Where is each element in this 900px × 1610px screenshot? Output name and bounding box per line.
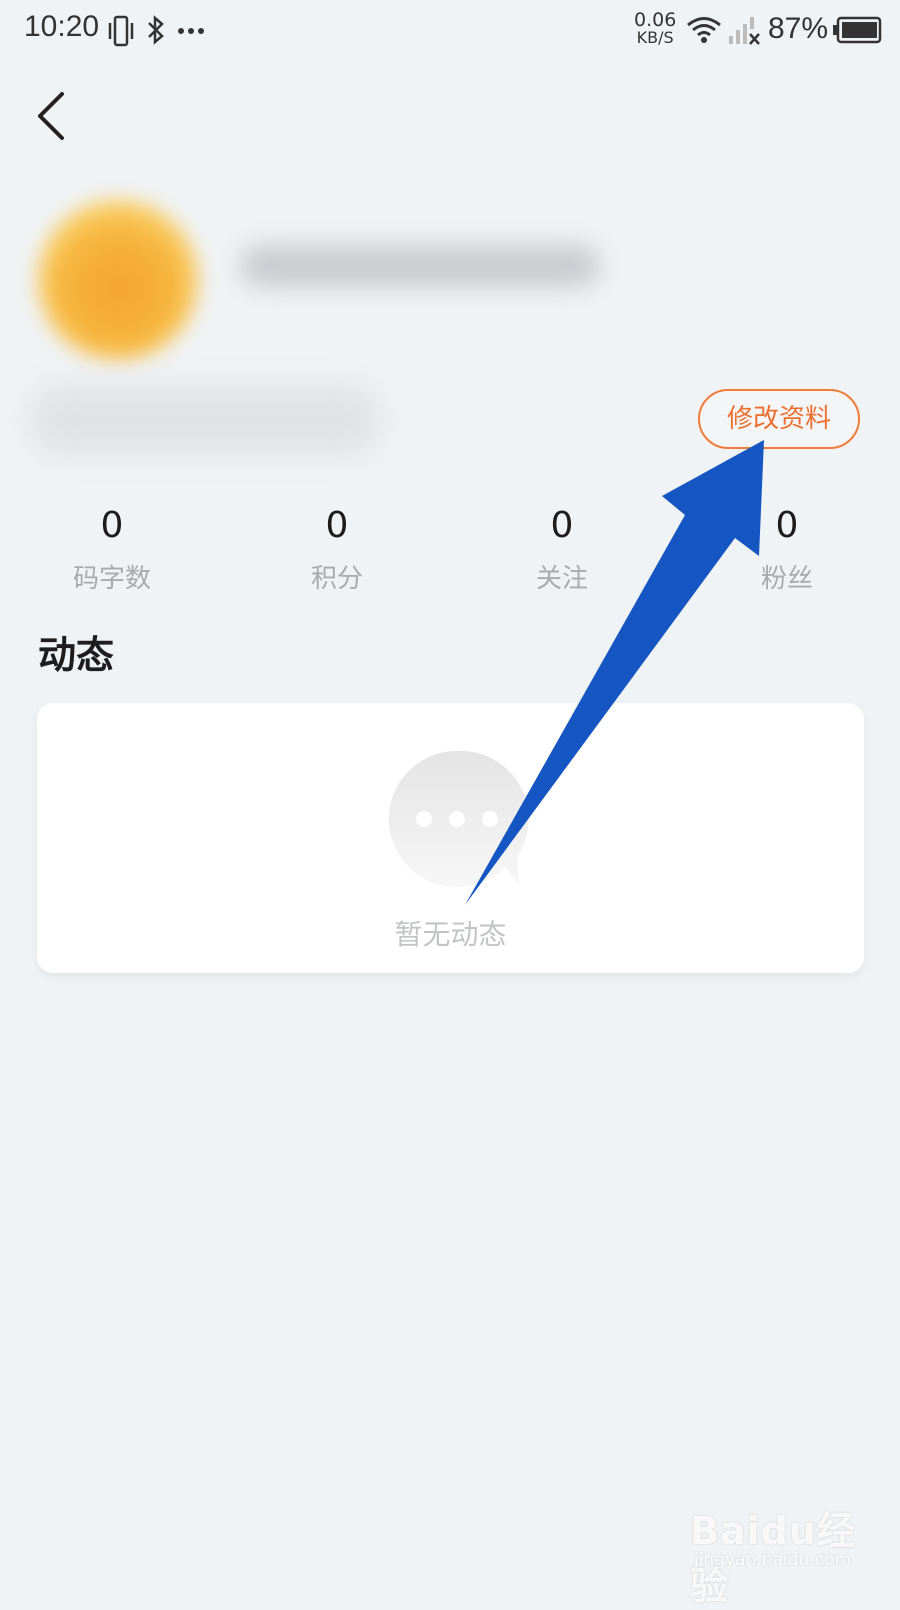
bio-redacted [30, 385, 380, 455]
feed-empty-card: 暂无动态 [37, 703, 864, 973]
wifi-icon [687, 17, 721, 43]
cellular-signal-icon [729, 17, 760, 45]
feed-section-title: 动态 [38, 632, 115, 677]
empty-feed-text: 暂无动态 [394, 918, 507, 951]
stat-word-count[interactable]: 0 码字数 [22, 502, 202, 595]
watermark: Baidu经验 jingyan.baidu.com [690, 1500, 880, 1608]
more-notifications-icon [178, 28, 204, 34]
stat-value: 0 [325, 505, 349, 546]
watermark-url: jingyan.baidu.com [694, 1550, 851, 1570]
empty-chat-icon [388, 750, 529, 887]
profile-header [0, 195, 640, 480]
username-redacted [240, 245, 600, 287]
status-bar: 10:20 0.06 KB/S 87% [0, 0, 900, 64]
battery-icon [833, 16, 882, 44]
stat-followers[interactable]: 0 粉丝 [697, 502, 877, 595]
stat-label: 粉丝 [760, 564, 813, 594]
stat-value: 0 [775, 505, 799, 546]
stat-label: 码字数 [72, 564, 151, 594]
stat-value: 0 [100, 505, 124, 546]
stat-label: 积分 [310, 564, 363, 594]
edit-profile-button[interactable]: 修改资料 [698, 389, 860, 449]
stat-following[interactable]: 0 关注 [472, 502, 652, 595]
bluetooth-icon [148, 15, 164, 45]
network-speed-unit: KB/S [636, 28, 674, 47]
stat-label: 关注 [535, 564, 588, 594]
network-speed: 0.06 KB/S [634, 9, 677, 47]
stat-value: 0 [550, 505, 574, 546]
stat-points[interactable]: 0 积分 [247, 502, 427, 595]
back-button[interactable] [30, 88, 80, 144]
stats-row: 0 码字数 0 积分 0 关注 0 粉丝 [0, 502, 900, 602]
network-speed-value: 0.06 [634, 9, 677, 31]
back-arrow-icon [38, 92, 64, 140]
vibrate-icon [108, 15, 134, 47]
status-time: 10:20 [24, 10, 100, 43]
avatar[interactable] [38, 200, 198, 360]
battery-percent: 87% [768, 12, 829, 45]
